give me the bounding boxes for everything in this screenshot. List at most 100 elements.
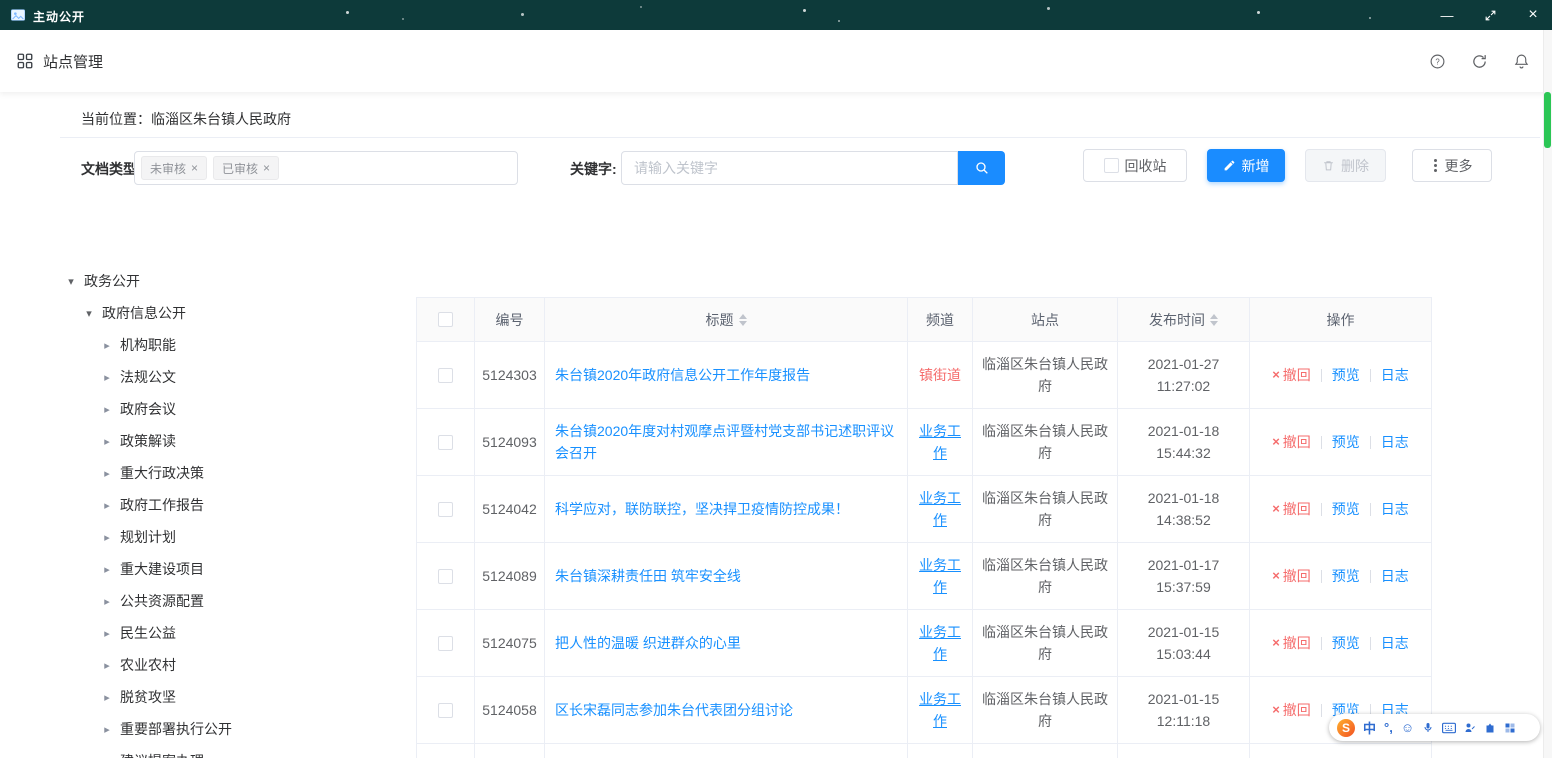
log-action[interactable]: 日志 bbox=[1381, 632, 1409, 654]
tag-close-icon[interactable]: × bbox=[191, 161, 198, 175]
caret-down-icon[interactable]: ▾ bbox=[64, 275, 78, 288]
preview-action[interactable]: 预览 bbox=[1332, 565, 1360, 587]
row-title-link[interactable]: 朱台镇2020年度对村观摩点评暨村党支部书记述职评议会召开 bbox=[555, 420, 897, 464]
log-action[interactable]: 日志 bbox=[1381, 498, 1409, 520]
sort-icon[interactable] bbox=[1210, 314, 1218, 326]
ime-language-mode[interactable]: 中 bbox=[1363, 718, 1376, 737]
caret-right-icon[interactable]: ▸ bbox=[100, 563, 114, 576]
withdraw-action[interactable]: ×撤回 bbox=[1272, 364, 1311, 386]
search-button[interactable] bbox=[958, 151, 1005, 185]
preview-action[interactable]: 预览 bbox=[1332, 364, 1360, 386]
row-title-link[interactable]: 朱台镇2020年政府信息公开工作年度报告 bbox=[555, 364, 810, 386]
preview-action[interactable]: 预览 bbox=[1332, 632, 1360, 654]
row-title-link[interactable]: 区长宋磊同志参加朱台代表团分组讨论 bbox=[555, 699, 793, 721]
caret-right-icon[interactable]: ▸ bbox=[100, 723, 114, 736]
more-button[interactable]: 更多 bbox=[1412, 149, 1492, 182]
caret-right-icon[interactable]: ▸ bbox=[100, 755, 114, 758]
sogou-logo-icon[interactable]: S bbox=[1337, 719, 1355, 737]
row-title-link[interactable]: 科学应对，联防联控，坚决捍卫疫情防控成果！ bbox=[555, 498, 849, 520]
preview-action[interactable]: 预览 bbox=[1332, 498, 1360, 520]
tag-close-icon[interactable]: × bbox=[263, 161, 270, 175]
caret-right-icon[interactable]: ▸ bbox=[100, 627, 114, 640]
delete-button[interactable]: 删除 bbox=[1305, 149, 1386, 182]
tree-node-leaf[interactable]: ▸ 政府工作报告 bbox=[60, 489, 410, 521]
grid-menu-icon bbox=[16, 52, 34, 70]
withdraw-action[interactable]: ×撤回 bbox=[1272, 498, 1311, 520]
caret-right-icon[interactable]: ▸ bbox=[100, 339, 114, 352]
recycle-bin-button[interactable]: 回收站 bbox=[1083, 149, 1187, 182]
ime-toolbox-icon[interactable] bbox=[1504, 722, 1516, 734]
row-checkbox[interactable] bbox=[438, 636, 453, 651]
row-checkbox[interactable] bbox=[438, 703, 453, 718]
caret-right-icon[interactable]: ▸ bbox=[100, 371, 114, 384]
keyword-input[interactable] bbox=[621, 151, 958, 185]
column-header-title[interactable]: 标题 bbox=[545, 298, 908, 341]
row-channel-link[interactable]: 业务工作 bbox=[916, 554, 964, 598]
recycle-bin-checkbox[interactable] bbox=[1104, 158, 1119, 173]
log-action[interactable]: 日志 bbox=[1381, 431, 1409, 453]
doc-type-select[interactable]: 未审核 × 已审核 × bbox=[134, 151, 518, 185]
tree-node-leaf[interactable]: ▸ 民生公益 bbox=[60, 617, 410, 649]
withdraw-action[interactable]: ×撤回 bbox=[1272, 565, 1311, 587]
tree-node-leaf[interactable]: ▸ 脱贫攻坚 bbox=[60, 681, 410, 713]
app-nav[interactable]: 站点管理 bbox=[16, 51, 103, 72]
ime-handwriting-icon[interactable] bbox=[1464, 722, 1476, 734]
tree-node-leaf[interactable]: ▸ 建议提案办理 bbox=[60, 745, 410, 758]
tree-node-leaf[interactable]: ▸ 机构职能 bbox=[60, 329, 410, 361]
select-all-checkbox[interactable] bbox=[438, 312, 453, 327]
ime-keyboard-icon[interactable] bbox=[1442, 722, 1456, 734]
tree-node-leaf[interactable]: ▸ 法规公文 bbox=[60, 361, 410, 393]
caret-down-icon[interactable]: ▾ bbox=[82, 307, 96, 320]
maximize-button[interactable] bbox=[1481, 0, 1499, 30]
row-channel-link[interactable]: 业务工作 bbox=[916, 420, 964, 464]
close-button[interactable]: × bbox=[1524, 0, 1542, 30]
caret-right-icon[interactable]: ▸ bbox=[100, 659, 114, 672]
log-action[interactable]: 日志 bbox=[1381, 565, 1409, 587]
svg-text:?: ? bbox=[1435, 57, 1440, 66]
ime-emoji-icon[interactable]: ☺ bbox=[1401, 720, 1414, 735]
row-checkbox[interactable] bbox=[438, 368, 453, 383]
tree-node-leaf[interactable]: ▸ 政策解读 bbox=[60, 425, 410, 457]
preview-action[interactable]: 预览 bbox=[1332, 431, 1360, 453]
row-title-link[interactable]: 朱台镇深耕责任田 筑牢安全线 bbox=[555, 565, 741, 587]
ime-punctuation-icon[interactable]: °, bbox=[1384, 720, 1393, 735]
caret-right-icon[interactable]: ▸ bbox=[100, 435, 114, 448]
withdraw-action[interactable]: ×撤回 bbox=[1272, 431, 1311, 453]
row-checkbox[interactable] bbox=[438, 569, 453, 584]
tree-node-leaf[interactable]: ▸ 农业农村 bbox=[60, 649, 410, 681]
row-channel-link[interactable]: 业务工作 bbox=[916, 688, 964, 732]
ime-mic-icon[interactable] bbox=[1422, 721, 1434, 734]
row-checkbox[interactable] bbox=[438, 502, 453, 517]
help-icon[interactable]: ? bbox=[1429, 53, 1446, 70]
caret-right-icon[interactable]: ▸ bbox=[100, 595, 114, 608]
row-checkbox[interactable] bbox=[438, 435, 453, 450]
tree-node-leaf[interactable]: ▸ 政府会议 bbox=[60, 393, 410, 425]
minimize-button[interactable]: — bbox=[1438, 0, 1456, 30]
add-button[interactable]: 新增 bbox=[1207, 149, 1285, 182]
tree-node-leaf[interactable]: ▸ 重要部署执行公开 bbox=[60, 713, 410, 745]
tree-node-leaf[interactable]: ▸ 重大建设项目 bbox=[60, 553, 410, 585]
caret-right-icon[interactable]: ▸ bbox=[100, 499, 114, 512]
tree-node-root[interactable]: ▾ 政务公开 bbox=[60, 265, 410, 297]
tree-node-leaf[interactable]: ▸ 重大行政决策 bbox=[60, 457, 410, 489]
caret-right-icon[interactable]: ▸ bbox=[100, 467, 114, 480]
sort-icon[interactable] bbox=[739, 314, 747, 326]
tree-node-leaf[interactable]: ▸ 规划计划 bbox=[60, 521, 410, 553]
caret-right-icon[interactable]: ▸ bbox=[100, 531, 114, 544]
row-channel-link[interactable]: 业务工作 bbox=[916, 487, 964, 531]
withdraw-action[interactable]: ×撤回 bbox=[1272, 699, 1311, 721]
refresh-icon[interactable] bbox=[1471, 53, 1488, 70]
scrollbar-thumb[interactable] bbox=[1544, 92, 1551, 148]
caret-right-icon[interactable]: ▸ bbox=[100, 691, 114, 704]
caret-right-icon[interactable]: ▸ bbox=[100, 403, 114, 416]
tree-node-leaf[interactable]: ▸ 公共资源配置 bbox=[60, 585, 410, 617]
column-header-time[interactable]: 发布时间 bbox=[1118, 298, 1250, 341]
withdraw-action[interactable]: ×撤回 bbox=[1272, 632, 1311, 654]
row-channel-link[interactable]: 业务工作 bbox=[916, 621, 964, 665]
row-title-link[interactable]: 把人性的温暖 织进群众的心里 bbox=[555, 632, 741, 654]
bell-icon[interactable] bbox=[1513, 53, 1530, 70]
snowflake-decoration bbox=[838, 20, 840, 22]
tree-node-branch[interactable]: ▾ 政府信息公开 bbox=[60, 297, 410, 329]
ime-skin-icon[interactable] bbox=[1484, 722, 1496, 734]
log-action[interactable]: 日志 bbox=[1381, 364, 1409, 386]
